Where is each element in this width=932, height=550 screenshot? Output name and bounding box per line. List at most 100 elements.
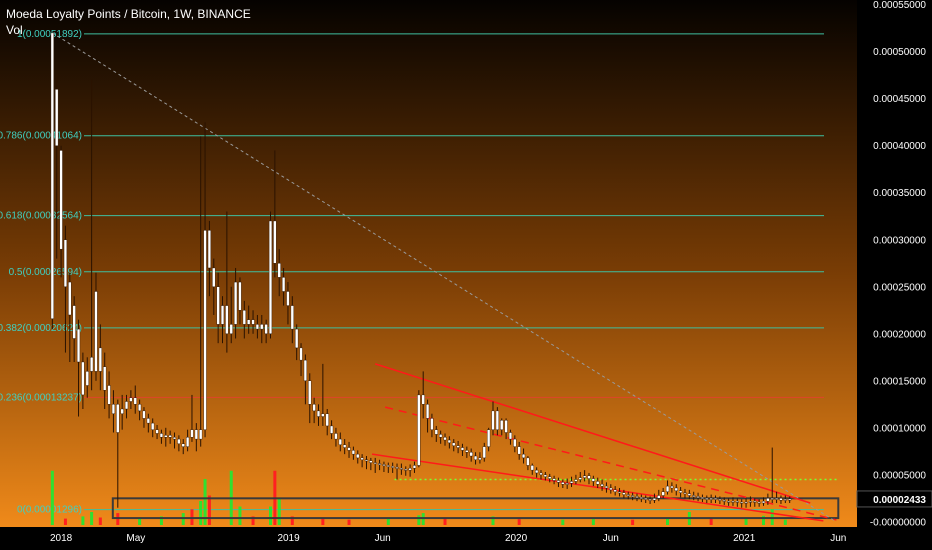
candle-body bbox=[98, 347, 102, 372]
candle-body bbox=[552, 478, 556, 481]
candle-body bbox=[465, 450, 469, 453]
candle-body bbox=[543, 474, 547, 477]
volume-bar bbox=[277, 498, 281, 525]
candle-body bbox=[735, 500, 739, 503]
candle-body bbox=[129, 397, 133, 402]
candle-body bbox=[81, 361, 85, 396]
candle-body bbox=[203, 230, 207, 430]
time-tick-label: Jun bbox=[830, 533, 846, 544]
candle-body bbox=[404, 468, 408, 471]
candle-body bbox=[356, 453, 360, 459]
candle-body bbox=[151, 422, 155, 430]
candle-body bbox=[281, 277, 286, 292]
candle-body bbox=[561, 482, 565, 485]
volume-label: Vol bbox=[6, 23, 23, 37]
candle-body bbox=[181, 443, 185, 447]
volume-bar bbox=[50, 470, 54, 525]
candle-body bbox=[238, 281, 242, 311]
candle-body bbox=[321, 413, 325, 417]
price-tick-label: 0.00015000 bbox=[873, 376, 926, 387]
candle-body bbox=[709, 498, 713, 500]
candle-body bbox=[482, 446, 486, 459]
candle-body bbox=[386, 465, 390, 467]
candle-body bbox=[478, 457, 482, 460]
candle-body bbox=[613, 489, 617, 492]
candle-body bbox=[377, 463, 382, 465]
candle-body bbox=[417, 394, 421, 466]
candle-body bbox=[713, 498, 718, 500]
candle-body bbox=[295, 328, 299, 349]
candle-body bbox=[264, 324, 268, 334]
candle-body bbox=[273, 220, 277, 264]
candle-body bbox=[111, 404, 116, 414]
volume-bar bbox=[238, 506, 242, 525]
candle-body bbox=[172, 437, 177, 440]
candle-body bbox=[526, 457, 530, 466]
candle-body bbox=[216, 286, 220, 325]
candle-body bbox=[194, 429, 198, 440]
volume-bar bbox=[417, 515, 421, 525]
candle-body bbox=[700, 497, 705, 499]
candle-body bbox=[421, 394, 425, 405]
candle-body bbox=[229, 324, 233, 334]
candle-body bbox=[138, 404, 142, 412]
candle-body bbox=[631, 495, 635, 497]
fib-label: 1(0.00051892) bbox=[17, 29, 82, 40]
candle-body bbox=[382, 464, 386, 466]
volume-bar bbox=[517, 519, 521, 525]
candle-body bbox=[369, 460, 373, 463]
candle-body bbox=[338, 438, 342, 445]
candle-body bbox=[199, 429, 203, 440]
volume-bar bbox=[90, 512, 94, 525]
candle-body bbox=[517, 446, 521, 455]
plot-background bbox=[0, 0, 857, 527]
candle-body bbox=[783, 499, 787, 501]
candle-body bbox=[648, 499, 652, 501]
candle-body bbox=[569, 481, 574, 484]
candle-body bbox=[657, 495, 661, 499]
candle-body bbox=[146, 418, 150, 424]
candle-body bbox=[774, 498, 779, 500]
candle-body bbox=[683, 492, 687, 495]
candle-body bbox=[76, 328, 81, 363]
fib-label: 0(0.00001296) bbox=[17, 505, 82, 516]
candle-body bbox=[487, 429, 491, 447]
candle-body bbox=[495, 410, 499, 430]
volume-bar bbox=[561, 519, 565, 525]
candle-body bbox=[583, 475, 587, 478]
price-axis-background bbox=[857, 0, 932, 550]
candle-body bbox=[622, 492, 626, 495]
candle-body bbox=[312, 404, 316, 412]
time-tick-label: 2021 bbox=[733, 533, 756, 544]
price-tick-label: 0.00030000 bbox=[873, 235, 926, 246]
volume-bar bbox=[386, 518, 390, 525]
candle-body bbox=[299, 347, 303, 361]
time-tick-label: Jun bbox=[375, 533, 391, 544]
candle-body bbox=[142, 410, 146, 419]
candle-body bbox=[251, 319, 255, 325]
candle-body bbox=[722, 500, 726, 502]
candle-body bbox=[565, 483, 569, 485]
candle-body bbox=[233, 281, 238, 325]
candle-body bbox=[343, 444, 347, 448]
volume-bar bbox=[98, 517, 102, 525]
candle-body bbox=[85, 371, 89, 386]
candle-body bbox=[395, 467, 399, 469]
candle-body bbox=[644, 498, 648, 500]
candle-body bbox=[757, 501, 761, 504]
candle-body bbox=[107, 385, 111, 405]
chart-svg[interactable]: 1(0.00051892) 0.786(0.00041064) 0.618(0.00… bbox=[0, 0, 932, 550]
candle-body bbox=[652, 498, 657, 501]
candle-body bbox=[513, 438, 517, 447]
candle-body bbox=[473, 455, 478, 460]
candle-body bbox=[443, 437, 447, 441]
candle-body bbox=[59, 150, 63, 250]
candle-body bbox=[539, 472, 543, 476]
candle-body bbox=[587, 475, 591, 479]
candle-body bbox=[508, 432, 513, 440]
time-tick-label: 2018 bbox=[50, 533, 73, 544]
candle-body bbox=[469, 452, 473, 457]
candle-body bbox=[635, 496, 639, 498]
time-tick-label: 2019 bbox=[277, 533, 300, 544]
fib-label: 0.236(0.00013237) bbox=[0, 392, 82, 403]
